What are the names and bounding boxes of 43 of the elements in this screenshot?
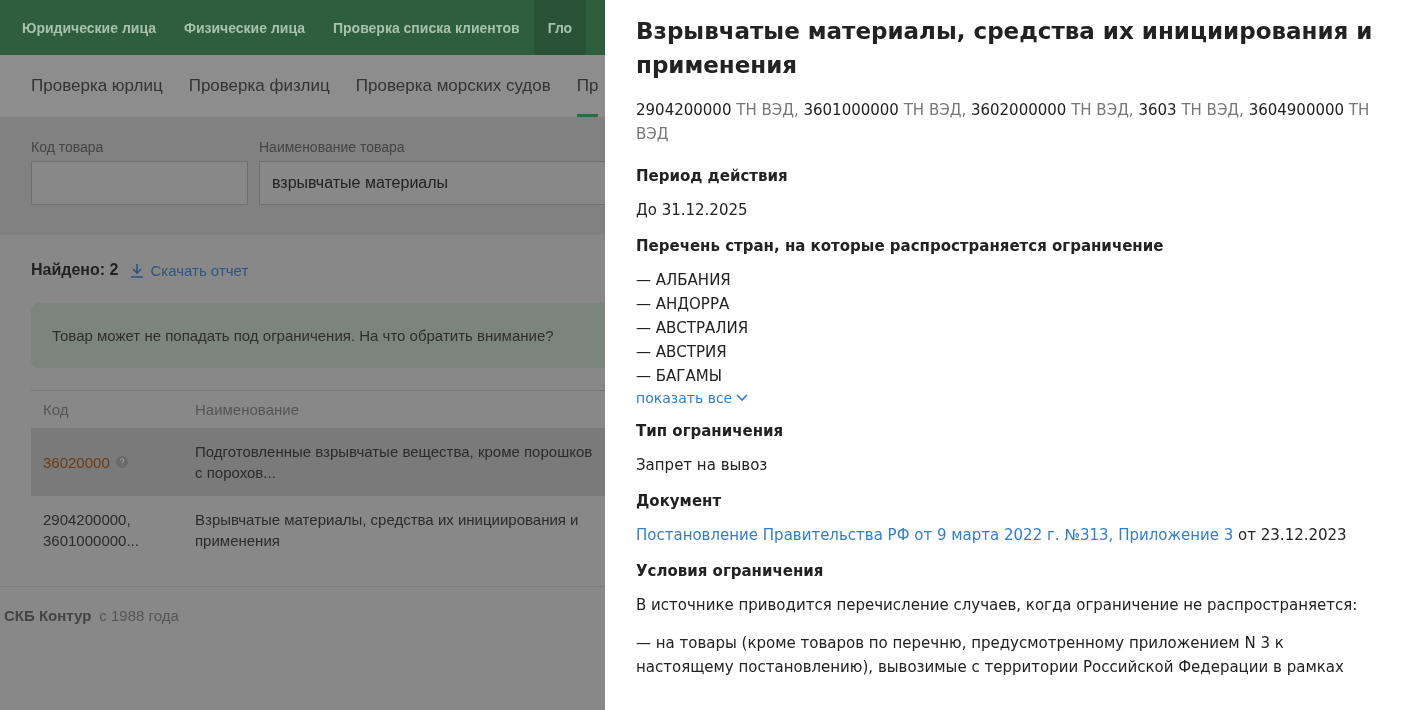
code-cell-text: 2904200000, 3601000000... xyxy=(42,510,140,551)
country-item: — АНДОРРА xyxy=(636,294,731,315)
input-field[interactable]: взрывчатые материалы xyxy=(259,161,605,205)
sub-tab[interactable]: Проверка морских судов xyxy=(355,55,551,117)
found-count: Найдено: 2 xyxy=(31,261,119,279)
codes-text: 2904200000 ТН ВЭД, 3601000000 ТН ВЭД, 3602000000 ТН ВЭД, 3603 ТН ВЭД, 3604900000 ТН ВЭД xyxy=(636,100,1371,145)
notice-banner: Товар может не попадать под ограничения. На что обратить внимание? xyxy=(31,303,605,368)
section-heading: Документ xyxy=(636,491,723,512)
conditions-paragraph: — на товары (кроме товаров по перечню, предусмотренному приложением N 3 к настоящему постановлению), вывозимые с территории Российской Федерации в рамках xyxy=(636,633,1345,678)
download-icon xyxy=(130,262,145,278)
field-label: Код товара xyxy=(31,139,105,155)
table-row[interactable]: 2904200000, 3601000000... Взрывчатые материалы, средства их инициирования и применения xyxy=(31,496,605,564)
name-cell-text: Взрывчатые материалы, средства их инициирования и применения xyxy=(194,510,580,551)
input-field[interactable] xyxy=(31,161,248,205)
show-all-link[interactable]: показать все xyxy=(636,390,749,406)
chevron-down-icon xyxy=(736,394,749,402)
drawer-title: Взрывчатые материалы, средства их инициирования и применения xyxy=(636,17,1374,80)
country-item: — БАГАМЫ xyxy=(636,366,723,387)
section-text: До 31.12.2025 xyxy=(636,200,749,221)
field-label: Наименование товара xyxy=(259,139,406,155)
sub-tab[interactable]: Проверка физлиц xyxy=(188,55,330,117)
brand-name: СКБ Контур xyxy=(4,607,92,624)
nav-item[interactable]: Проверка списка клиентов xyxy=(318,0,534,55)
conditions-paragraph: В источнике приводится перечисление случаев, когда ограничение не распространяется: xyxy=(636,595,1359,616)
section-heading: Период действия xyxy=(636,166,789,187)
nav-item[interactable]: Гло xyxy=(533,0,587,55)
document-text: Постановление Правительства РФ от 9 марта 2022 г. №313, Приложение 3 от 23.12.2023 xyxy=(636,525,1348,546)
sub-tab[interactable]: Проверка юрлиц xyxy=(31,55,163,117)
code-cell: 36020000 xyxy=(31,428,183,496)
table-row[interactable]: 36020000 Подготовленные взрывчатые вещества, кроме порошков с порохов... xyxy=(31,428,605,496)
nav-item[interactable]: Юридические лица xyxy=(8,0,170,55)
document-link[interactable]: Постановление Правительства РФ от 9 марта 2022 г. №313, Приложение 3 xyxy=(636,526,1234,544)
nav-item[interactable]: Физические лица xyxy=(169,0,319,55)
section-heading: Перечень стран, на которые распространяется ограничение xyxy=(636,236,1165,257)
name-cell-text: Подготовленные взрывчатые вещества, кроме порошков с порохов... xyxy=(194,442,594,483)
country-item: — АЛБАНИЯ xyxy=(636,270,732,291)
country-item: — АВСТРИЯ xyxy=(636,342,728,363)
download-link[interactable]: Скачать отчет xyxy=(130,261,249,279)
section-text: Запрет на вывоз xyxy=(636,455,769,476)
section-heading: Тип ограничения xyxy=(636,421,785,442)
section-heading: Условия ограничения xyxy=(636,561,825,582)
country-item: — АВСТРАЛИЯ xyxy=(636,318,750,339)
help-icon xyxy=(115,456,128,468)
